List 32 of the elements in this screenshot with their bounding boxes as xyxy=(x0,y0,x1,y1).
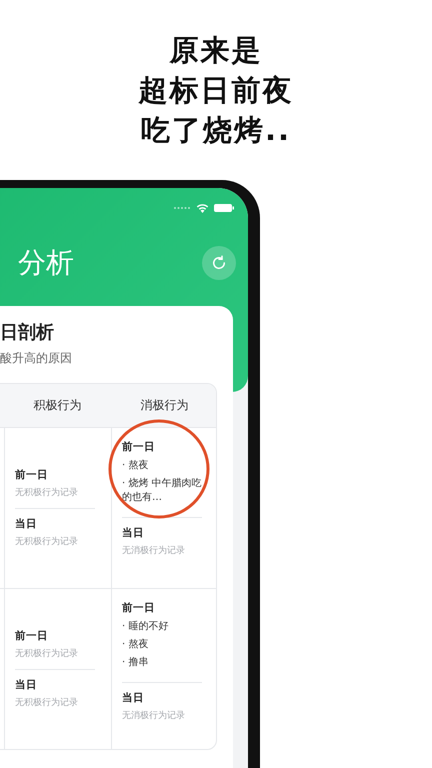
page-title: 分析 xyxy=(18,245,74,281)
refresh-icon xyxy=(210,254,228,272)
column-header: 消极行为 xyxy=(111,384,216,428)
column-header: 积极行为 xyxy=(4,384,111,428)
battery-icon xyxy=(214,203,234,213)
day-label: 当日 xyxy=(122,691,145,705)
caption-line: 吃了烧烤.. xyxy=(140,112,292,149)
empty-note: 无消极行为记录 xyxy=(122,545,186,558)
day-label: 当日 xyxy=(15,516,38,530)
behavior-item: · 撸串 xyxy=(122,656,150,670)
day-label: 前一日 xyxy=(122,440,156,454)
day-label: 当日 xyxy=(122,526,145,540)
behavior-item: · 烧烤 中午腊肉吃的也有… xyxy=(122,477,202,505)
empty-note: 无消极行为记录 xyxy=(122,710,186,723)
empty-note: 无积极行为记录 xyxy=(15,536,79,548)
day-label: 前一日 xyxy=(122,601,156,615)
day-label: 当日 xyxy=(15,678,38,692)
wifi-icon xyxy=(196,203,209,213)
card-subtitle: 酸升高的原因 xyxy=(0,350,73,367)
caption-line: 原来是 xyxy=(170,32,262,69)
behavior-item: · 熬夜 xyxy=(122,638,150,652)
day-label: 前一日 xyxy=(15,468,49,482)
signal-icon xyxy=(173,206,191,210)
refresh-button[interactable] xyxy=(202,246,236,280)
empty-note: 无积极行为记录 xyxy=(15,486,79,500)
empty-note: 无积极行为记录 xyxy=(15,696,79,710)
behavior-item: · 熬夜 xyxy=(122,459,150,473)
card-title: 日剖析 xyxy=(0,321,55,344)
behavior-item: · 睡的不好 xyxy=(122,620,170,634)
empty-note: 无积极行为记录 xyxy=(15,648,79,660)
day-label: 前一日 xyxy=(15,628,49,643)
caption-line: 超标日前夜 xyxy=(138,72,294,109)
